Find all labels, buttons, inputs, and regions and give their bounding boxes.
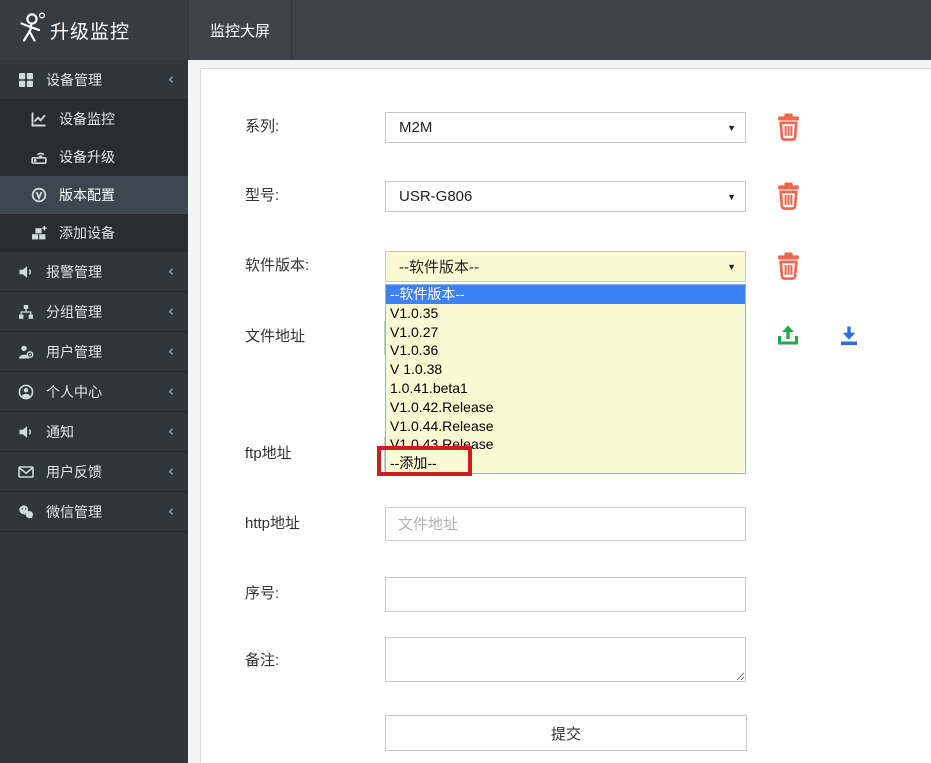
- dropdown-option[interactable]: V1.0.44.Release: [386, 417, 745, 436]
- delete-version-trash-icon[interactable]: [776, 252, 801, 280]
- sidebar-item-device-monitor[interactable]: 设备监控: [0, 100, 188, 138]
- header: 升级监控 监控大屏: [0, 0, 931, 60]
- add-device-icon: [31, 225, 49, 241]
- device-upgrade-icon: [31, 149, 49, 165]
- remark-textarea[interactable]: [385, 637, 746, 682]
- model-select[interactable]: USR-G806 ▼: [385, 181, 746, 212]
- notice-speaker-icon: [18, 424, 36, 440]
- http-address-input[interactable]: [385, 507, 746, 541]
- dropdown-option[interactable]: V1.0.36: [386, 341, 745, 360]
- select-arrow-icon: ▼: [727, 191, 736, 202]
- select-arrow-icon: ▼: [727, 261, 736, 272]
- person-logo-icon: [12, 11, 48, 49]
- app-title: 升级监控: [50, 21, 131, 43]
- series-select[interactable]: M2M ▼: [385, 112, 746, 143]
- delete-series-trash-icon[interactable]: [776, 113, 801, 141]
- sidebar-item-personal-center[interactable]: 个人中心 ‹: [0, 372, 188, 412]
- submit-button[interactable]: 提交: [385, 715, 747, 751]
- dropdown-option[interactable]: V1.0.35: [386, 304, 745, 323]
- version-label: 软件版本:: [245, 257, 310, 274]
- version-dropdown-list: --软件版本-- V1.0.35 V1.0.27 V1.0.36 V 1.0.3…: [385, 284, 746, 474]
- alarm-speaker-icon: [18, 264, 36, 280]
- sidebar-item-user-feedback[interactable]: 用户反馈 ‹: [0, 452, 188, 492]
- remark-label: 备注:: [245, 652, 280, 669]
- sidebar-item-device-upgrade[interactable]: 设备升级: [0, 138, 188, 176]
- line-chart-icon: [31, 111, 49, 127]
- model-label: 型号:: [245, 187, 280, 204]
- http-address-label: http地址: [245, 515, 301, 532]
- select-arrow-icon: ▼: [727, 122, 736, 133]
- dropdown-option[interactable]: V 1.0.38: [386, 360, 745, 379]
- dropdown-option[interactable]: V1.0.42.Release: [386, 398, 745, 417]
- chevron-left-icon: ‹: [168, 422, 174, 440]
- series-label: 系列:: [245, 118, 280, 135]
- version-select[interactable]: --软件版本-- ▼: [385, 251, 746, 282]
- dropdown-option[interactable]: V1.0.43.Release: [386, 435, 745, 454]
- chevron-left-icon: ‹: [168, 502, 174, 520]
- grid-icon: [18, 72, 36, 88]
- user-gear-icon: [18, 344, 36, 360]
- dropdown-option[interactable]: V1.0.27: [386, 323, 745, 342]
- serial-label: 序号:: [245, 585, 280, 602]
- chevron-left-icon: ‹: [168, 70, 174, 88]
- sidebar: 设备管理 ‹ 设备监控 设备升级 版本配置 添加设备 报警管理 ‹ 分组管理 ‹…: [0, 60, 188, 763]
- sidebar-item-version-config[interactable]: 版本配置: [0, 176, 188, 214]
- dropdown-option-add[interactable]: --添加--: [386, 454, 745, 473]
- chevron-left-icon: ‹: [168, 382, 174, 400]
- delete-model-trash-icon[interactable]: [776, 182, 801, 210]
- upload-icon[interactable]: [776, 323, 800, 349]
- tab-monitor-dashboard[interactable]: 监控大屏: [188, 0, 292, 60]
- envelope-icon: [18, 464, 36, 480]
- sidebar-item-wechat-management[interactable]: 微信管理 ‹: [0, 492, 188, 532]
- sidebar-item-alarm-management[interactable]: 报警管理 ‹: [0, 252, 188, 292]
- serial-input[interactable]: [385, 577, 746, 612]
- chevron-left-icon: ‹: [168, 462, 174, 480]
- download-icon[interactable]: [837, 323, 861, 349]
- wechat-icon: [18, 504, 36, 520]
- dropdown-option[interactable]: 1.0.41.beta1: [386, 379, 745, 398]
- app-logo: 升级监控: [0, 0, 188, 60]
- sidebar-item-add-device[interactable]: 添加设备: [0, 214, 188, 252]
- dropdown-option-selected[interactable]: --软件版本--: [386, 285, 745, 304]
- sidebar-item-group-management[interactable]: 分组管理 ‹: [0, 292, 188, 332]
- ftp-address-label: ftp地址: [245, 445, 292, 462]
- sidebar-item-user-management[interactable]: 用户管理 ‹: [0, 332, 188, 372]
- sidebar-item-notifications[interactable]: 通知 ‹: [0, 412, 188, 452]
- chevron-left-icon: ‹: [168, 302, 174, 320]
- version-circle-icon: [31, 187, 49, 203]
- user-circle-icon: [18, 384, 36, 400]
- chevron-left-icon: ‹: [168, 262, 174, 280]
- chevron-left-icon: ‹: [168, 342, 174, 360]
- sidebar-item-device-management[interactable]: 设备管理 ‹: [0, 60, 188, 100]
- sitemap-icon: [18, 304, 36, 320]
- file-address-label: 文件地址: [245, 328, 306, 345]
